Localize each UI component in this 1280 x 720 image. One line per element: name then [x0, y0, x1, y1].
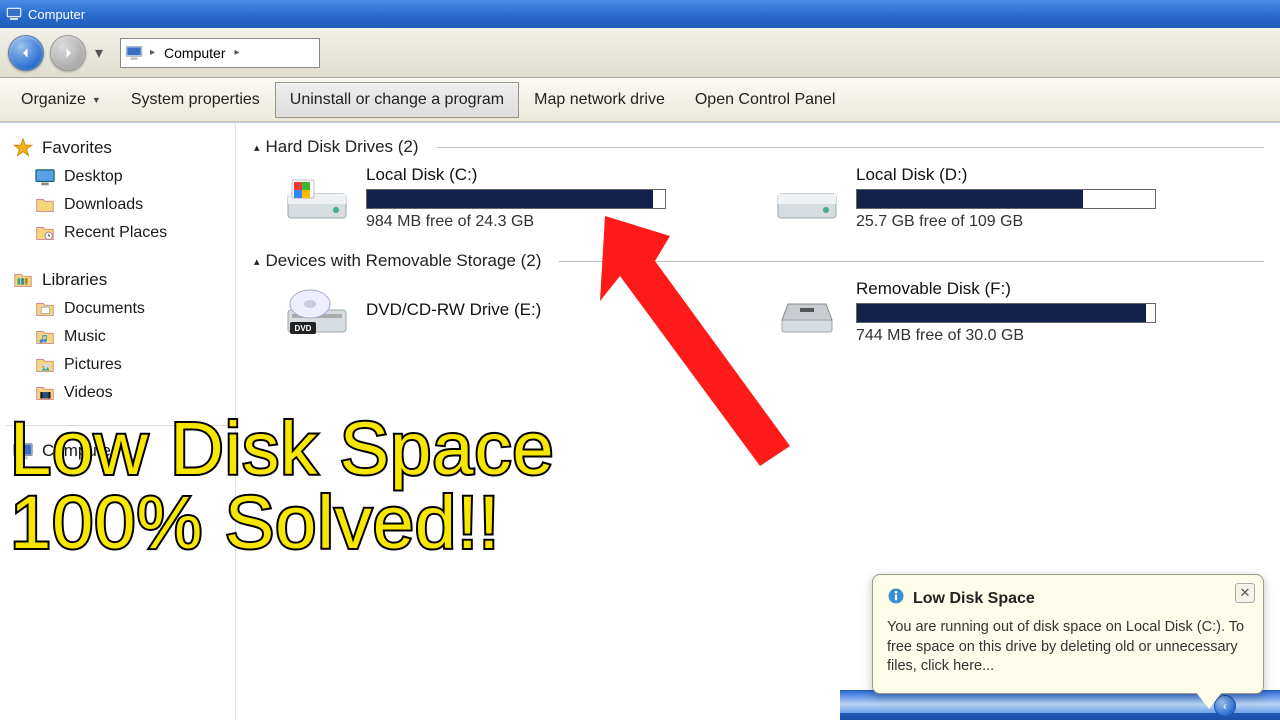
forward-button[interactable] [50, 35, 86, 71]
documents-icon [34, 298, 56, 320]
computer-icon [125, 44, 143, 62]
sidebar-item-videos[interactable]: Videos [6, 379, 229, 407]
breadcrumb-segment[interactable]: Computer [158, 43, 231, 63]
desktop-icon [34, 166, 56, 188]
sidebar-item-pictures[interactable]: Pictures [6, 351, 229, 379]
videos-icon [34, 382, 56, 404]
overlay-caption: Low Disk Space 100% Solved!! [10, 412, 555, 560]
map-network-drive-button[interactable]: Map network drive [519, 82, 680, 118]
drive-f[interactable]: Removable Disk (F:) 744 MB free of 30.0 … [772, 279, 1202, 345]
close-button[interactable]: ✕ [1235, 583, 1255, 603]
low-disk-space-balloon[interactable]: ✕ Low Disk Space You are running out of … [872, 574, 1264, 694]
usage-bar [856, 189, 1156, 209]
address-bar[interactable]: ▸ Computer ▸ [120, 38, 320, 68]
organize-button[interactable]: Organize▼ [6, 82, 116, 118]
uninstall-program-button[interactable]: Uninstall or change a program [275, 82, 519, 118]
drive-status: 744 MB free of 30.0 GB [856, 327, 1202, 345]
svg-text:DVD: DVD [295, 324, 312, 333]
drive-label: Local Disk (C:) [366, 165, 712, 185]
sidebar-item-recent-places[interactable]: Recent Places [6, 219, 229, 247]
downloads-icon [34, 194, 56, 216]
back-button[interactable] [8, 35, 44, 71]
drive-label: Removable Disk (F:) [856, 279, 1202, 299]
drive-status: 984 MB free of 24.3 GB [366, 213, 712, 231]
collapse-icon: ▴ [254, 141, 260, 154]
sidebar-item-desktop[interactable]: Desktop [6, 163, 229, 191]
star-icon [12, 137, 34, 159]
balloon-title: Low Disk Space [913, 590, 1035, 608]
drive-label: DVD/CD-RW Drive (E:) [366, 300, 712, 320]
libraries-group[interactable]: Libraries [6, 265, 229, 295]
section-hard-disk-drives[interactable]: ▴ Hard Disk Drives (2) [254, 137, 1264, 157]
window-titlebar: Computer [0, 0, 1280, 28]
chevron-right-icon[interactable]: ▸ [147, 47, 158, 58]
drive-e[interactable]: DVD DVD/CD-RW Drive (E:) [282, 279, 712, 345]
sidebar-item-music[interactable]: Music [6, 323, 229, 351]
history-dropdown[interactable]: ▾ [92, 35, 106, 71]
music-icon [34, 326, 56, 348]
usage-bar [366, 189, 666, 209]
balloon-body: You are running out of disk space on Loc… [887, 618, 1249, 677]
drive-label: Local Disk (D:) [856, 165, 1202, 185]
info-icon [887, 587, 905, 610]
section-removable-storage[interactable]: ▴ Devices with Removable Storage (2) [254, 251, 1264, 271]
collapse-icon: ▴ [254, 255, 260, 268]
hard-drive-icon [282, 170, 352, 226]
chevron-down-icon: ▼ [92, 95, 101, 105]
chevron-right-icon[interactable]: ▸ [232, 47, 243, 58]
hard-drive-icon [772, 170, 842, 226]
dvd-drive-icon: DVD [282, 284, 352, 340]
pictures-icon [34, 354, 56, 376]
computer-icon [6, 6, 22, 22]
removable-drive-icon [772, 284, 842, 340]
drive-status: 25.7 GB free of 109 GB [856, 213, 1202, 231]
recent-places-icon [34, 222, 56, 244]
favorites-group[interactable]: Favorites [6, 133, 229, 163]
sidebar-item-documents[interactable]: Documents [6, 295, 229, 323]
drive-d[interactable]: Local Disk (D:) 25.7 GB free of 109 GB [772, 165, 1202, 231]
usage-bar [856, 303, 1156, 323]
nav-bar: ▾ ▸ Computer ▸ [0, 28, 1280, 78]
command-bar: Organize▼ System properties Uninstall or… [0, 78, 1280, 122]
window-title: Computer [28, 7, 85, 22]
drive-c[interactable]: Local Disk (C:) 984 MB free of 24.3 GB [282, 165, 712, 231]
libraries-icon [12, 269, 34, 291]
open-control-panel-button[interactable]: Open Control Panel [680, 82, 851, 118]
sidebar-item-downloads[interactable]: Downloads [6, 191, 229, 219]
system-properties-button[interactable]: System properties [116, 82, 275, 118]
